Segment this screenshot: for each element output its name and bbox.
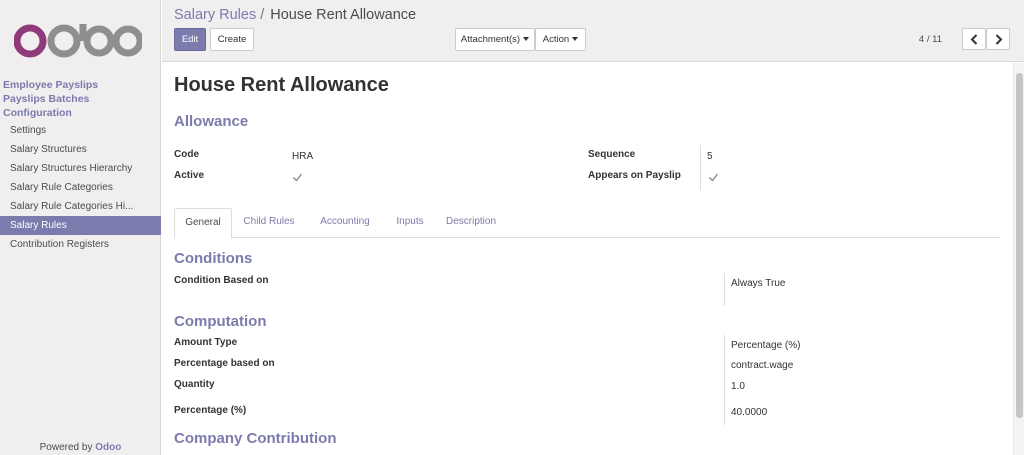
powered-by-brand-link[interactable]: Odoo [95, 442, 121, 453]
powered-by: Powered by Odoo [0, 442, 161, 453]
tab-description[interactable]: Description [438, 208, 504, 238]
percentage-based-on-value: contract.wage [731, 360, 794, 371]
action-label: Action [542, 34, 570, 45]
percentage-label: Percentage (%) [174, 405, 247, 416]
breadcrumb-parent-link[interactable]: Salary Rules [174, 7, 256, 23]
field-divider [700, 145, 701, 190]
menu-employee-payslips[interactable]: Employee Payslips [3, 78, 98, 92]
amount-type-value: Percentage (%) [731, 340, 801, 351]
record-title: House Rent Allowance [174, 74, 389, 96]
percentage-value: 40.0000 [731, 407, 768, 418]
create-button[interactable]: Create [210, 28, 254, 51]
appears-on-payslip-label: Appears on Payslip [588, 170, 681, 181]
sidebar-item-salary-structures-hierarchy[interactable]: Salary Structures Hierarchy [0, 159, 161, 178]
caret-down-icon [523, 37, 530, 42]
tab-accounting[interactable]: Accounting [310, 208, 380, 238]
pager-next-button[interactable] [986, 28, 1010, 50]
quantity-value: 1.0 [731, 381, 745, 392]
app-sidebar: Employee Payslips Payslips Batches Confi… [0, 0, 161, 455]
sidebar-item-salary-rule-categories-hierarchy[interactable]: Salary Rule Categories Hi... [0, 197, 161, 216]
edit-button[interactable]: Edit [174, 28, 206, 51]
active-checkbox[interactable] [292, 172, 303, 183]
field-divider [724, 335, 725, 425]
computation-heading: Computation [174, 313, 267, 330]
amount-type-label: Amount Type [174, 337, 238, 348]
code-value: HRA [292, 151, 314, 162]
sidebar-item-contribution-registers[interactable]: Contribution Registers [0, 235, 161, 254]
active-label: Active [174, 170, 205, 181]
powered-by-text: Powered by [39, 442, 93, 453]
attachments-label: Attachment(s) [460, 34, 521, 45]
menu-configuration[interactable]: Configuration [3, 106, 72, 120]
percentage-based-on-label: Percentage based on [174, 358, 275, 369]
tab-child-rules[interactable]: Child Rules [234, 208, 304, 238]
action-dropdown[interactable]: Action [535, 28, 586, 51]
conditions-heading: Conditions [174, 250, 253, 267]
notebook-tabs: General Child Rules Accounting Inputs De… [174, 208, 1000, 239]
tab-general[interactable]: General [174, 208, 232, 239]
field-divider [724, 273, 725, 306]
chevron-right-icon [995, 34, 1003, 45]
sidebar-item-salary-structures[interactable]: Salary Structures [0, 140, 161, 159]
rule-category[interactable]: Allowance [174, 113, 248, 130]
chevron-left-icon [970, 34, 978, 45]
form-sheet: House Rent Allowance Allowance Code HRA … [162, 63, 1012, 455]
sidebar-item-salary-rule-categories[interactable]: Salary Rule Categories [0, 178, 161, 197]
sidebar-item-settings[interactable]: Settings [0, 121, 161, 140]
breadcrumb: Salary Rules / House Rent Allowance [174, 7, 416, 23]
code-label: Code [174, 149, 199, 160]
sequence-label: Sequence [588, 149, 636, 160]
control-panel: Salary Rules / House Rent Allowance Edit C… [162, 0, 1024, 62]
sidebar-item-salary-rules[interactable]: Salary Rules [0, 216, 161, 235]
quantity-label: Quantity [174, 379, 215, 390]
appears-on-payslip-checkbox[interactable] [708, 172, 719, 183]
pager-value[interactable]: 4 / 11 [919, 34, 942, 45]
tab-inputs[interactable]: Inputs [384, 208, 436, 238]
breadcrumb-current: House Rent Allowance [270, 7, 417, 23]
pager-previous-button[interactable] [962, 28, 986, 50]
attachments-dropdown[interactable]: Attachment(s) [455, 28, 535, 51]
caret-down-icon [572, 37, 579, 42]
menu-payslips-batches[interactable]: Payslips Batches [3, 92, 89, 106]
sequence-value: 5 [707, 151, 713, 162]
condition-based-on-value: Always True [731, 278, 786, 289]
breadcrumb-separator: / [260, 7, 265, 23]
company-contribution-heading: Company Contribution [174, 430, 337, 447]
form-scrollbar[interactable] [1013, 63, 1024, 455]
odoo-logo[interactable] [14, 24, 142, 58]
scrollbar-thumb[interactable] [1016, 73, 1023, 418]
condition-based-on-label: Condition Based on [174, 275, 269, 286]
